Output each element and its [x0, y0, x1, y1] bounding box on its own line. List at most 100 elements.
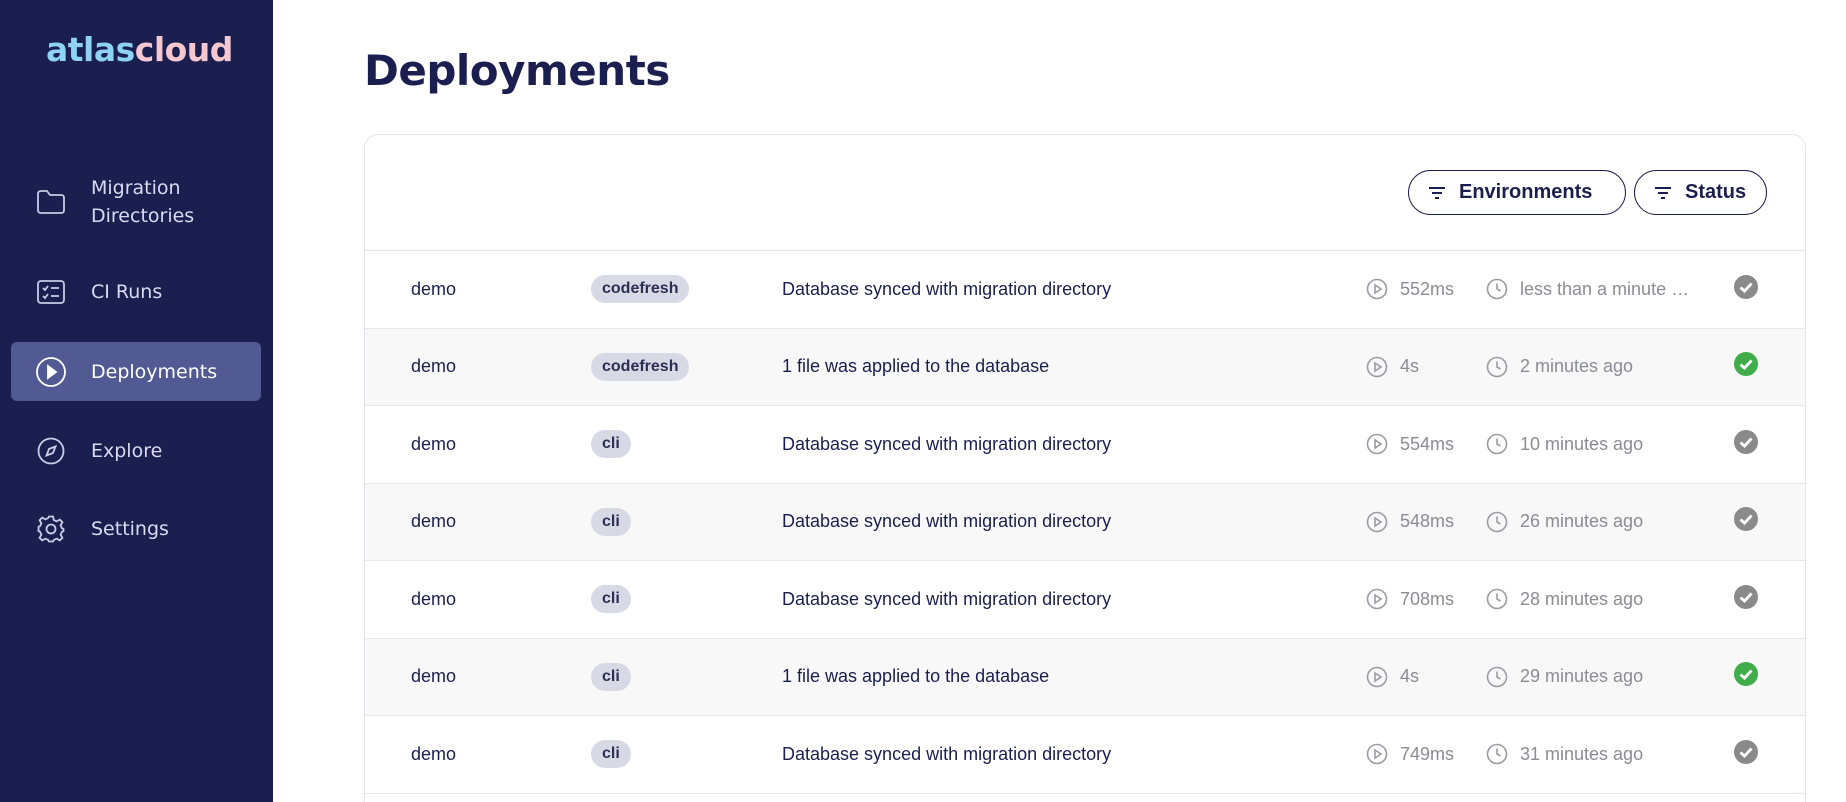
page-title: Deployments [364, 46, 670, 95]
sidebar-item-explore[interactable]: Explore [11, 430, 261, 472]
filter-icon [1429, 186, 1445, 199]
deployment-tag-badge: cli [591, 430, 631, 459]
deployment-time: less than a minute ago [1486, 278, 1691, 300]
deployment-row[interactable]: demo cli 1 file was applied to the datab… [365, 638, 1805, 716]
deployments-card: Environments Status demo codefresh Datab… [364, 134, 1806, 802]
logo-text-cloud: cloud [134, 30, 234, 69]
deployment-tag-badge: codefresh [591, 352, 690, 381]
deployment-tag-badge: codefresh [591, 275, 690, 304]
clock-icon [1486, 356, 1508, 378]
deployment-duration: 548ms [1366, 511, 1454, 533]
deployment-time: 26 minutes ago [1486, 511, 1691, 533]
folder-icon [11, 189, 91, 215]
status-check-icon [1733, 506, 1759, 537]
deployment-duration: 4s [1366, 666, 1419, 688]
play-circle-icon [1366, 356, 1388, 378]
clock-icon [1486, 278, 1508, 300]
deployment-duration-text: 548ms [1400, 511, 1455, 532]
deployment-env: demo [411, 278, 457, 299]
sidebar-item-label: CI Runs [91, 281, 163, 303]
deployment-row[interactable]: demo codefresh Database synced with migr… [365, 251, 1805, 329]
deployment-duration: 552ms [1366, 278, 1454, 300]
sidebar: atlascloud Migration Directories CI Runs… [0, 0, 273, 802]
deployment-time: 2 minutes ago [1486, 356, 1691, 378]
play-circle-icon [1366, 511, 1388, 533]
sidebar-item-deployments[interactable]: Deployments [11, 342, 261, 401]
status-check-icon [1733, 739, 1759, 770]
environments-filter-button[interactable]: Environments [1408, 170, 1626, 215]
deployment-duration: 554ms [1366, 433, 1454, 455]
deployment-row[interactable]: demo cli Database synced with migration … [365, 483, 1805, 561]
play-circle-icon [1366, 433, 1388, 455]
deployment-row[interactable]: demo codefresh 1 file was applied to the… [365, 328, 1805, 406]
deployment-duration-text: 4s [1400, 356, 1420, 377]
filter-icon [1655, 186, 1671, 199]
deployment-time: 31 minutes ago [1486, 743, 1691, 765]
sidebar-item-label: Settings [91, 518, 169, 540]
clock-icon [1486, 588, 1508, 610]
deployment-duration-text: 4s [1400, 666, 1420, 687]
deployment-duration: 749ms [1366, 743, 1454, 765]
deployment-row[interactable]: demo cli Database synced with migration … [365, 716, 1805, 794]
play-circle-icon [11, 356, 91, 388]
deployment-time: 28 minutes ago [1486, 588, 1691, 610]
deployment-tag-badge: cli [591, 662, 631, 691]
environments-filter-label: Environments [1459, 181, 1593, 203]
gear-icon [11, 514, 91, 544]
deployments-list: demo codefresh Database synced with migr… [365, 251, 1805, 794]
deployment-message: Database synced with migration directory [782, 588, 1112, 609]
play-circle-icon [1366, 278, 1388, 300]
deployment-time-text: 26 minutes ago [1520, 511, 1644, 532]
deployment-tag-badge: cli [591, 740, 631, 769]
deployment-tag-badge: cli [591, 507, 631, 536]
deployment-duration: 708ms [1366, 588, 1454, 610]
clock-icon [1486, 511, 1508, 533]
checklist-icon [11, 279, 91, 305]
play-circle-icon [1366, 666, 1388, 688]
sidebar-item-label-line1: Migration [91, 177, 181, 199]
status-check-icon [1733, 584, 1759, 615]
deployment-time: 29 minutes ago [1486, 666, 1691, 688]
deployment-duration-text: 708ms [1400, 588, 1455, 609]
deployment-env: demo [411, 588, 457, 609]
deployment-message: 1 file was applied to the database [782, 666, 1050, 687]
atlascloud-logo[interactable]: atlascloud [46, 30, 233, 69]
deployment-tag-badge: cli [591, 585, 631, 614]
deployment-message: Database synced with migration directory [782, 511, 1112, 532]
sidebar-item-settings[interactable]: Settings [11, 508, 261, 550]
sidebar-item-label: Migration Directories [91, 174, 194, 230]
sidebar-item-migration-directories[interactable]: Migration Directories [11, 173, 261, 231]
deployment-row[interactable]: demo cli Database synced with migration … [365, 406, 1805, 484]
deployment-message: Database synced with migration directory [782, 433, 1112, 454]
compass-icon [11, 436, 91, 466]
deployment-duration: 4s [1366, 356, 1419, 378]
sidebar-item-label: Deployments [91, 360, 218, 383]
sidebar-item-ci-runs[interactable]: CI Runs [11, 272, 261, 312]
status-filter-label: Status [1685, 181, 1747, 203]
deployment-env: demo [411, 356, 457, 377]
deployment-env: demo [411, 666, 457, 687]
sidebar-item-label-line2: Directories [91, 205, 195, 227]
logo-text-atlas: atlas [46, 30, 135, 69]
deployment-time-text: 28 minutes ago [1520, 588, 1644, 609]
clock-icon [1486, 666, 1508, 688]
deployment-duration-text: 554ms [1400, 433, 1455, 454]
deployment-message: Database synced with migration directory [782, 743, 1112, 764]
deployment-message: Database synced with migration directory [782, 278, 1112, 299]
deployment-duration-text: 749ms [1400, 743, 1455, 764]
deployment-time-text: 31 minutes ago [1520, 743, 1644, 764]
status-check-icon [1733, 274, 1759, 305]
deployment-row[interactable]: demo cli Database synced with migration … [365, 561, 1805, 639]
clock-icon [1486, 743, 1508, 765]
deployment-env: demo [411, 433, 457, 454]
deployment-time-text: 29 minutes ago [1520, 666, 1644, 687]
filter-toolbar: Environments Status [365, 135, 1805, 251]
deployment-duration-text: 552ms [1400, 278, 1455, 299]
play-circle-icon [1366, 743, 1388, 765]
deployment-time: 10 minutes ago [1486, 433, 1691, 455]
status-check-icon [1733, 351, 1759, 382]
sidebar-item-label: Explore [91, 440, 163, 462]
deployment-env: demo [411, 743, 457, 764]
status-filter-button[interactable]: Status [1634, 170, 1767, 215]
deployment-time-text: 2 minutes ago [1520, 356, 1634, 377]
